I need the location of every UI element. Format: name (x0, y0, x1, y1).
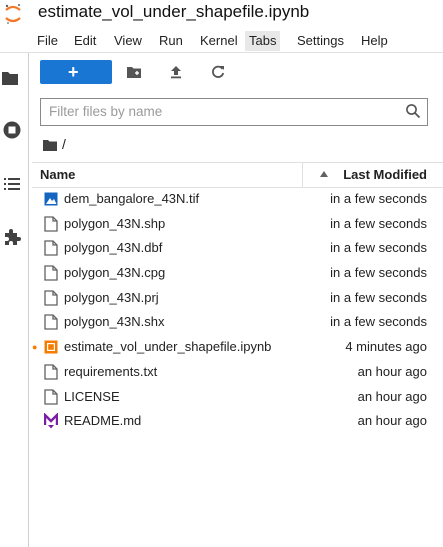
file-row[interactable]: requirements.txt an hour ago (32, 360, 443, 385)
upload-icon[interactable] (168, 64, 184, 80)
file-name: polygon_43N.shx (64, 314, 165, 330)
file-row[interactable]: ● estimate_vol_under_shapefile.ipynb 4 m… (32, 335, 443, 360)
file-icon (44, 265, 58, 281)
sort-ascending-icon[interactable] (320, 171, 328, 177)
file-list-header: Name Last Modified (32, 162, 443, 188)
filter-input[interactable] (49, 102, 389, 120)
image-file-icon (44, 192, 58, 206)
left-sidebar (0, 53, 29, 547)
folder-icon[interactable] (0, 68, 20, 88)
file-name: README.md (64, 413, 142, 429)
file-name: polygon_43N.prj (64, 289, 159, 305)
file-name: polygon_43N.shp (64, 215, 166, 231)
file-modified: an hour ago (357, 363, 427, 379)
file-modified: in a few seconds (330, 289, 427, 305)
file-modified: in a few seconds (330, 191, 427, 206)
file-name: LICENSE (64, 388, 120, 404)
file-row[interactable]: polygon_43N.prj in a few seconds (32, 286, 443, 311)
file-icon (44, 364, 58, 380)
menu-run[interactable]: Run (155, 31, 187, 51)
jupyter-logo-icon (5, 4, 21, 25)
file-row[interactable]: polygon_43N.cpg in a few seconds (32, 261, 443, 286)
refresh-icon[interactable] (210, 64, 226, 80)
file-modified: an hour ago (357, 388, 427, 404)
new-launcher-button[interactable]: + (40, 60, 112, 84)
menu-kernel[interactable]: Kernel (196, 31, 242, 51)
running-icon[interactable] (2, 120, 22, 140)
breadcrumb-root[interactable]: / (62, 136, 66, 152)
file-name: estimate_vol_under_shapefile.ipynb (64, 339, 272, 355)
search-icon (406, 104, 421, 119)
toc-icon[interactable] (2, 174, 22, 194)
column-divider[interactable] (302, 163, 303, 187)
notebook-icon (44, 340, 58, 354)
new-folder-icon[interactable] (126, 64, 142, 80)
file-icon (44, 290, 58, 306)
menu-edit[interactable]: Edit (70, 31, 100, 51)
file-modified: 4 minutes ago (345, 339, 427, 355)
file-icon (44, 216, 58, 232)
window-title: estimate_vol_under_shapefile.ipynb (38, 2, 310, 21)
name-column-header[interactable]: Name (40, 167, 75, 182)
menu-view[interactable]: View (110, 31, 146, 51)
file-name: requirements.txt (64, 363, 158, 379)
file-modified: in a few seconds (330, 215, 427, 231)
file-row[interactable]: polygon_43N.dbf in a few seconds (32, 236, 443, 261)
file-modified: in a few seconds (330, 240, 427, 256)
home-folder-icon[interactable] (42, 138, 58, 152)
file-row[interactable]: LICENSE an hour ago (32, 385, 443, 410)
file-row[interactable]: polygon_43N.shp in a few seconds (32, 212, 443, 237)
filter-box (40, 98, 428, 126)
file-row[interactable]: dem_bangalore_43N.tif in a few seconds (32, 187, 443, 212)
title-bar: estimate_vol_under_shapefile.ipynb (0, 0, 443, 28)
file-modified: in a few seconds (330, 314, 427, 330)
menu-file[interactable]: File (33, 31, 62, 51)
menu-bar: File Edit View Run Kernel Tabs Settings … (0, 28, 443, 53)
modified-column-header[interactable]: Last Modified (343, 167, 427, 182)
file-modified: in a few seconds (330, 265, 427, 281)
file-row[interactable]: README.md an hour ago (32, 409, 443, 434)
menu-tabs[interactable]: Tabs (245, 31, 281, 51)
menu-help[interactable]: Help (357, 31, 392, 51)
file-name: dem_bangalore_43N.tif (64, 191, 200, 206)
file-row[interactable]: polygon_43N.shx in a few seconds (32, 310, 443, 335)
running-indicator-icon: ● (32, 342, 38, 353)
menu-settings[interactable]: Settings (293, 31, 348, 51)
markdown-icon (44, 413, 58, 429)
file-icon (44, 240, 58, 257)
file-icon (44, 388, 58, 405)
extension-icon[interactable] (2, 227, 22, 247)
file-name: polygon_43N.dbf (64, 240, 163, 256)
file-modified: an hour ago (357, 413, 427, 429)
file-name: polygon_43N.cpg (64, 265, 166, 281)
plus-icon: + (68, 62, 79, 82)
file-icon (44, 314, 58, 331)
file-list: dem_bangalore_43N.tif in a few seconds p… (32, 187, 443, 434)
